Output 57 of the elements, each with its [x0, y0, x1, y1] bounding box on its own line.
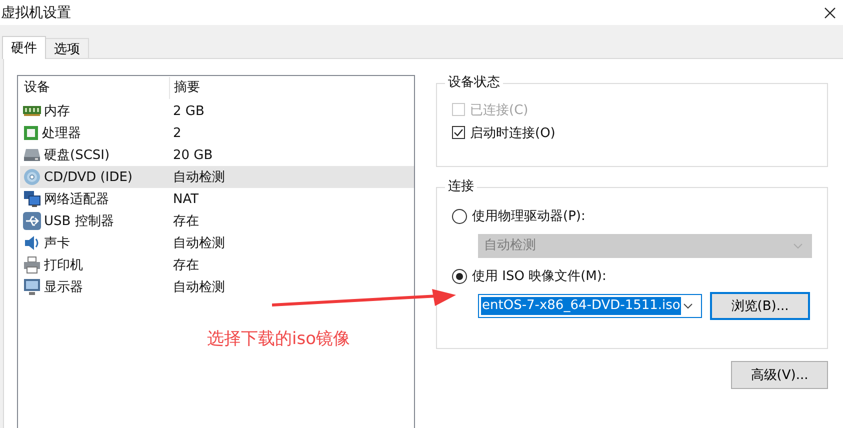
device-name: 处理器 — [42, 125, 81, 142]
device-summary: 自动检测 — [172, 169, 225, 186]
column-header[interactable]: 摘要 — [170, 77, 200, 99]
caret-icon — [793, 243, 803, 249]
network-icon — [23, 190, 41, 208]
device-name: USB 控制器 — [44, 213, 114, 230]
device-name: 打印机 — [44, 257, 83, 274]
device-name: 网络适配器 — [44, 191, 109, 208]
printer-icon — [23, 256, 41, 274]
tab[interactable]: 选项 — [45, 38, 89, 58]
disc-icon — [23, 168, 41, 186]
caret-icon — [683, 303, 693, 309]
annotation-text: 选择下载的iso镜像 — [207, 328, 350, 350]
device-row[interactable]: 硬盘(SCSI) 20 GB — [20, 144, 414, 166]
device-row[interactable]: 网络适配器 NAT — [20, 188, 414, 210]
device-summary: NAT — [172, 192, 199, 206]
device-name: 内存 — [44, 103, 70, 120]
tab[interactable]: 硬件 — [2, 36, 46, 59]
device-summary: 自动检测 — [172, 235, 225, 252]
device-row[interactable]: 打印机 存在 — [20, 254, 414, 276]
radio-button[interactable] — [452, 268, 467, 284]
dropdown[interactable]: entOS-7-x86_64-DVD-1511.iso — [478, 294, 702, 318]
device-summary: 自动检测 — [172, 279, 225, 296]
monitor-icon — [23, 278, 41, 296]
radio-label: 使用 ISO 映像文件(M): — [472, 268, 606, 285]
device-summary: 2 — [172, 126, 182, 140]
device-row[interactable]: 声卡 自动检测 — [20, 232, 414, 254]
memory-chip-icon — [23, 105, 41, 117]
device-row[interactable]: CD/DVD (IDE) 自动检测 — [20, 166, 414, 188]
device-name: 声卡 — [44, 235, 70, 252]
device-summary: 存在 — [172, 257, 199, 274]
advanced-button[interactable]: 高级(V)... — [731, 361, 828, 389]
close-icon[interactable] — [824, 6, 836, 18]
group-title: 连接 — [445, 179, 477, 195]
checkbox[interactable] — [452, 126, 465, 139]
browse-button[interactable]: 浏览(B)... — [710, 292, 810, 320]
checkbox-label: 已连接(C) — [470, 102, 528, 118]
device-name: 硬盘(SCSI) — [44, 147, 110, 164]
device-summary: 2 GB — [172, 104, 204, 118]
device-row[interactable]: 显示器 自动检测 — [20, 276, 414, 298]
device-name: 显示器 — [44, 279, 83, 296]
usb-icon — [23, 212, 41, 230]
radio-button[interactable] — [452, 208, 467, 224]
speaker-icon — [23, 234, 41, 252]
column-header[interactable]: 设备 — [18, 77, 170, 99]
device-row[interactable]: USB 控制器 存在 — [20, 210, 414, 232]
window-title: 虚拟机设置 — [1, 4, 71, 22]
device-name: CD/DVD (IDE) — [44, 170, 132, 184]
device-row[interactable]: 处理器 2 — [20, 122, 414, 144]
checkbox-label: 启动时连接(O) — [470, 124, 556, 142]
device-row[interactable]: 内存 2 GB — [20, 100, 414, 122]
device-summary: 20 GB — [172, 148, 213, 162]
cpu-icon — [23, 125, 39, 141]
device-summary: 存在 — [172, 213, 199, 230]
radio-label: 使用物理驱动器(P): — [472, 208, 586, 225]
hard-disk-icon — [23, 148, 41, 162]
group-title: 设备状态 — [445, 75, 503, 91]
